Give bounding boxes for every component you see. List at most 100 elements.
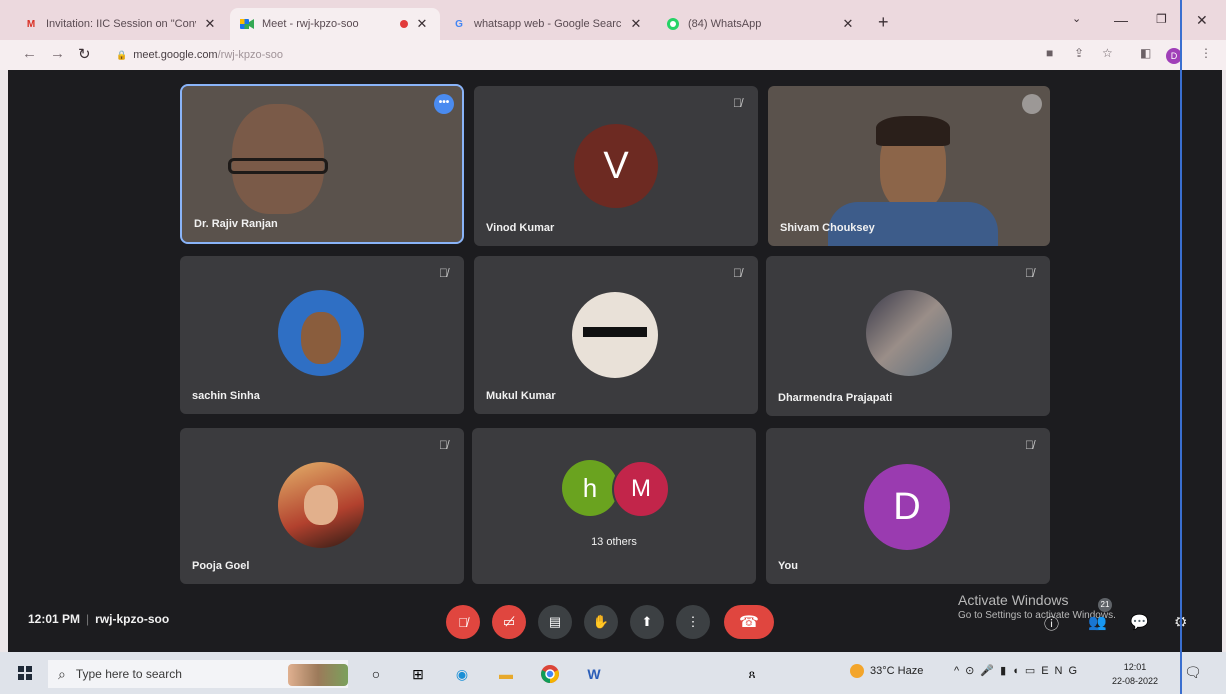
share-icon[interactable]: ⇪ (1074, 46, 1084, 60)
clock-date: 22-08-2022 (1112, 676, 1159, 686)
avatar-photo (866, 290, 952, 376)
hair-shape (876, 116, 950, 146)
tab-title: (84) WhatsApp (688, 18, 762, 30)
cortana-icon[interactable]: ○ (364, 662, 388, 686)
participant-tile[interactable]: ••• Dr. Rajiv Ranjan (180, 84, 464, 244)
restore-icon[interactable]: ❐ (1156, 12, 1167, 26)
display-icon[interactable]: ▭ (1025, 665, 1041, 677)
mic-off-icon: 🎙̸ (733, 96, 742, 110)
mic-off-icon: 🎙̸ (1025, 266, 1034, 280)
url-path: /rwj-kpzo-soo (217, 49, 284, 61)
side-panel-icon[interactable]: ◧ (1140, 46, 1151, 60)
captions-button[interactable]: ▤ (538, 605, 572, 639)
word-icon[interactable]: W (582, 662, 606, 686)
screen: M Invitation: IIC Session on "Conv ✕ Mee… (0, 0, 1226, 694)
vertical-guide-line (1180, 0, 1182, 694)
whatsapp-icon (666, 17, 680, 31)
close-tab-icon[interactable]: ✕ (840, 16, 856, 32)
chrome-icon[interactable] (538, 662, 562, 686)
forward-icon[interactable]: → (50, 45, 65, 62)
raise-hand-button[interactable]: ✋ (584, 605, 618, 639)
participant-name: Mukul Kumar (486, 390, 556, 402)
participant-tile[interactable]: 🎙̸ V Vinod Kumar (474, 86, 758, 246)
meeting-time: 12:01 PM (28, 612, 81, 626)
avatar: D (864, 464, 950, 550)
windows-start-icon[interactable] (18, 666, 32, 680)
network-icon[interactable]: ⊙ (965, 665, 980, 677)
system-tray: ^⊙🎤▮◖▭ENG (954, 664, 1083, 677)
others-count: 13 others (591, 536, 637, 548)
notifications-icon[interactable]: 🗨 (1184, 664, 1202, 681)
mic-off-icon: 🎙̸ (439, 438, 448, 452)
tab-google-search[interactable]: G whatsapp web - Google Search ✕ (442, 8, 654, 40)
tab-title: whatsapp web - Google Search (474, 18, 622, 30)
battery-icon[interactable]: ▮ (1000, 665, 1012, 677)
meeting-code: rwj-kpzo-soo (95, 612, 170, 626)
url-field[interactable]: 🔒 meet.google.com/rwj-kpzo-soo (108, 44, 1168, 66)
camera-off-icon: ▭̸ (502, 614, 516, 629)
avatar: M (612, 460, 670, 518)
weather-widget[interactable]: 33°C Haze (850, 664, 923, 678)
more-options-icon[interactable] (1022, 94, 1042, 114)
taskbar-clock[interactable]: 12:01 22-08-2022 (1112, 660, 1158, 688)
tab-strip: M Invitation: IIC Session on "Conv ✕ Mee… (0, 0, 1226, 40)
hand-icon: ✋ (592, 614, 610, 629)
more-options-button[interactable]: ⋮ (676, 605, 710, 639)
browser-menu-icon[interactable]: ⋮ (1200, 46, 1212, 60)
tab-meet[interactable]: Meet - rwj-kpzo-soo ✕ (230, 8, 440, 40)
participant-name: Dharmendra Prajapati (778, 392, 893, 404)
volume-icon[interactable]: ◖ (1012, 665, 1025, 677)
back-icon[interactable]: ← (22, 45, 37, 62)
bookmark-star-icon[interactable]: ☆ (1102, 46, 1113, 60)
edge-icon[interactable]: ◉ (450, 662, 474, 686)
participant-tile[interactable]: 🎙̸ Mukul Kumar (474, 256, 758, 414)
mic-toggle-button[interactable]: 🎙̸ (446, 605, 480, 639)
avatar-photo (278, 290, 364, 376)
tab-gmail[interactable]: M Invitation: IIC Session on "Conv ✕ (14, 8, 228, 40)
reload-icon[interactable]: ↻ (78, 45, 91, 63)
avatar: h (562, 460, 618, 516)
people-count-badge: 21 (1098, 598, 1112, 612)
people-taskbar-icon[interactable]: ጸ (740, 662, 764, 686)
tab-title: Meet - rwj-kpzo-soo (262, 18, 359, 30)
chat-icon[interactable]: 💬 (1130, 613, 1149, 631)
participant-tile[interactable]: 🎙̸ Dharmendra Prajapati (766, 256, 1050, 416)
info-icon[interactable]: ⓘ (1044, 613, 1059, 634)
leave-call-button[interactable]: ☎ (724, 605, 774, 639)
tab-whatsapp[interactable]: (84) WhatsApp ✕ (656, 8, 866, 40)
close-tab-icon[interactable]: ✕ (628, 16, 644, 32)
mic-off-icon: 🎙̸ (1025, 438, 1034, 452)
minimize-icon[interactable]: — (1114, 12, 1128, 28)
close-tab-icon[interactable]: ✕ (202, 16, 218, 32)
address-bar: ← → ↻ 🔒 meet.google.com/rwj-kpzo-soo (0, 40, 1226, 70)
file-explorer-icon[interactable]: ▬ (494, 662, 518, 686)
gmail-icon: M (26, 18, 36, 30)
participant-tile[interactable]: h M 13 others (472, 428, 756, 584)
participant-tile[interactable]: 🎙̸ D You (766, 428, 1050, 584)
weather-text: 33°C Haze (870, 665, 924, 677)
task-view-icon[interactable]: ⊞ (406, 662, 430, 686)
participant-tile[interactable]: Shivam Chouksey (768, 86, 1050, 246)
more-options-icon[interactable]: ••• (434, 94, 454, 114)
mic-off-icon: 🎙̸ (733, 266, 742, 280)
tab-title: Invitation: IIC Session on "Conv (46, 18, 196, 30)
avatar-photo (278, 462, 364, 548)
close-window-icon[interactable]: ✕ (1196, 12, 1208, 29)
participant-tile[interactable]: 🎙̸ Pooja Goel (180, 428, 464, 584)
present-button[interactable]: ⬆ (630, 605, 664, 639)
language-indicator[interactable]: ENG (1041, 665, 1083, 677)
people-icon[interactable]: 👥 (1088, 613, 1107, 631)
new-tab-button[interactable]: + (878, 12, 889, 33)
tray-expand-icon[interactable]: ^ (954, 665, 965, 677)
camera-toggle-button[interactable]: ▭̸ (492, 605, 526, 639)
google-icon: G (455, 18, 463, 30)
clock-time: 12:01 (1123, 662, 1147, 672)
microphone-icon[interactable]: 🎤 (980, 665, 1000, 677)
close-tab-icon[interactable]: ✕ (414, 16, 430, 32)
glasses-shape (228, 158, 328, 174)
camera-in-use-icon[interactable]: ■ (1046, 46, 1053, 60)
tab-search-icon[interactable]: ⌄ (1072, 12, 1081, 25)
mic-off-icon: 🎙̸ (458, 614, 468, 630)
avatar: V (574, 124, 658, 208)
participant-tile[interactable]: 🎙̸ sachin Sinha (180, 256, 464, 414)
